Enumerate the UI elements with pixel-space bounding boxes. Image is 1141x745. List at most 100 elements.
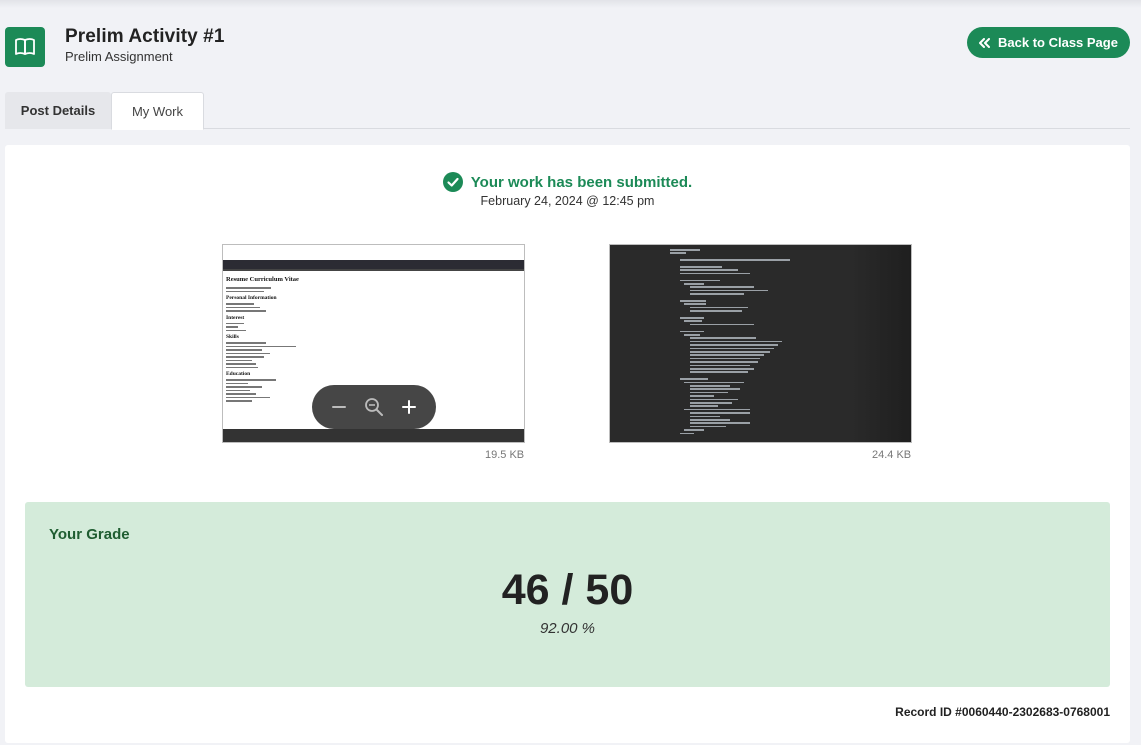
browser-bar-image (223, 260, 524, 269)
file-size-1: 19.5 KB (485, 449, 525, 461)
code-line (680, 317, 704, 319)
code-line (690, 337, 756, 339)
browser-divider (223, 269, 524, 271)
zoom-out-button[interactable] (327, 395, 351, 419)
check-circle-icon (442, 172, 463, 192)
doc-line (226, 379, 276, 381)
code-line (690, 425, 726, 428)
code-line (690, 344, 778, 346)
zoom-in-button[interactable] (397, 395, 421, 419)
code-line (684, 381, 744, 384)
code-line (684, 334, 700, 336)
tab-bar: Post Details My Work (5, 92, 1130, 130)
code-line (680, 272, 750, 275)
doc-line (226, 329, 246, 331)
code-line (680, 259, 790, 261)
code-line (690, 415, 720, 418)
code-line (690, 347, 774, 350)
zoom-reset-button[interactable] (362, 395, 386, 419)
attachment-preview-2[interactable] (609, 244, 912, 443)
doc-line (226, 359, 252, 361)
code-line (670, 249, 700, 251)
page-title: Prelim Activity #1 (65, 26, 225, 47)
submission-status: Your work has been submitted. (5, 172, 1130, 192)
submission-date: February 24, 2024 @ 12:45 pm (480, 194, 655, 208)
doc-section: Personal Information (226, 295, 277, 301)
double-chevron-left-icon (979, 37, 991, 48)
code-line (680, 266, 722, 268)
code-line (684, 429, 704, 431)
code-line (680, 330, 704, 333)
code-line (680, 432, 694, 435)
code-line (690, 412, 750, 414)
tab-my-work[interactable]: My Work (111, 92, 204, 130)
code-line (690, 371, 748, 373)
doc-line (226, 303, 254, 305)
doc-line (226, 342, 266, 344)
magnifier-minus-icon (365, 398, 383, 416)
doc-line (226, 356, 264, 358)
code-line (690, 357, 760, 360)
code-line (690, 364, 750, 367)
doc-line (226, 306, 260, 308)
code-line (690, 286, 754, 288)
tab-post-details[interactable]: Post Details (5, 92, 111, 129)
code-line (690, 368, 754, 370)
minus-icon (332, 406, 347, 408)
doc-line (226, 400, 252, 402)
code-line (690, 422, 750, 424)
code-line (680, 279, 720, 282)
doc-line (226, 382, 248, 384)
back-to-class-button[interactable]: Back to Class Page (967, 27, 1130, 58)
doc-line (226, 326, 238, 328)
doc-line (226, 366, 258, 368)
book-open-icon (5, 27, 45, 67)
document-preview: Resume Curriculum Vitae Personal Informa… (226, 273, 522, 402)
doc-line (226, 310, 266, 312)
doc-line (226, 287, 271, 289)
code-line (690, 351, 770, 353)
plus-icon (401, 400, 416, 414)
back-to-class-label: Back to Class Page (998, 35, 1118, 50)
code-line (670, 252, 686, 254)
code-line (690, 323, 754, 326)
doc-line (226, 396, 270, 398)
code-line (690, 405, 718, 407)
code-line (690, 398, 738, 401)
code-line (690, 293, 744, 295)
code-line (690, 395, 714, 397)
code-line (690, 354, 764, 356)
code-line (684, 408, 750, 411)
doc-line (226, 349, 262, 351)
doc-section: Skills (226, 334, 239, 340)
submission-status-text: Your work has been submitted. (470, 173, 693, 191)
taskbar-image (223, 429, 524, 442)
doc-heading: Resume Curriculum Vitae (226, 276, 299, 283)
code-line (680, 300, 706, 302)
doc-line (226, 393, 256, 395)
doc-line (226, 322, 244, 324)
page-header: Prelim Activity #1 Prelim Assignment Bac… (0, 0, 1141, 90)
zoom-toolbar (312, 385, 436, 429)
code-line (680, 378, 708, 380)
grade-label: Your Grade (49, 526, 130, 543)
code-line (690, 289, 768, 292)
code-line (690, 402, 732, 404)
doc-section: Education (226, 371, 251, 377)
code-line (690, 419, 730, 421)
code-line (690, 388, 740, 390)
grade-panel: Your Grade 46 / 50 92.00 % (25, 502, 1110, 687)
doc-section: Interest (226, 314, 245, 321)
doc-line (226, 386, 262, 388)
doc-line (226, 345, 296, 347)
page-subtitle: Prelim Assignment (65, 49, 173, 64)
doc-line (226, 290, 264, 292)
code-line (680, 269, 738, 271)
doc-line (226, 389, 250, 391)
code-line (690, 391, 728, 394)
code-line (684, 320, 702, 322)
grade-percent: 92.00 % (539, 620, 596, 637)
code-line (690, 361, 758, 363)
record-id: Record ID #0060440-2302683-0768001 (895, 705, 1110, 719)
code-line (690, 306, 748, 309)
